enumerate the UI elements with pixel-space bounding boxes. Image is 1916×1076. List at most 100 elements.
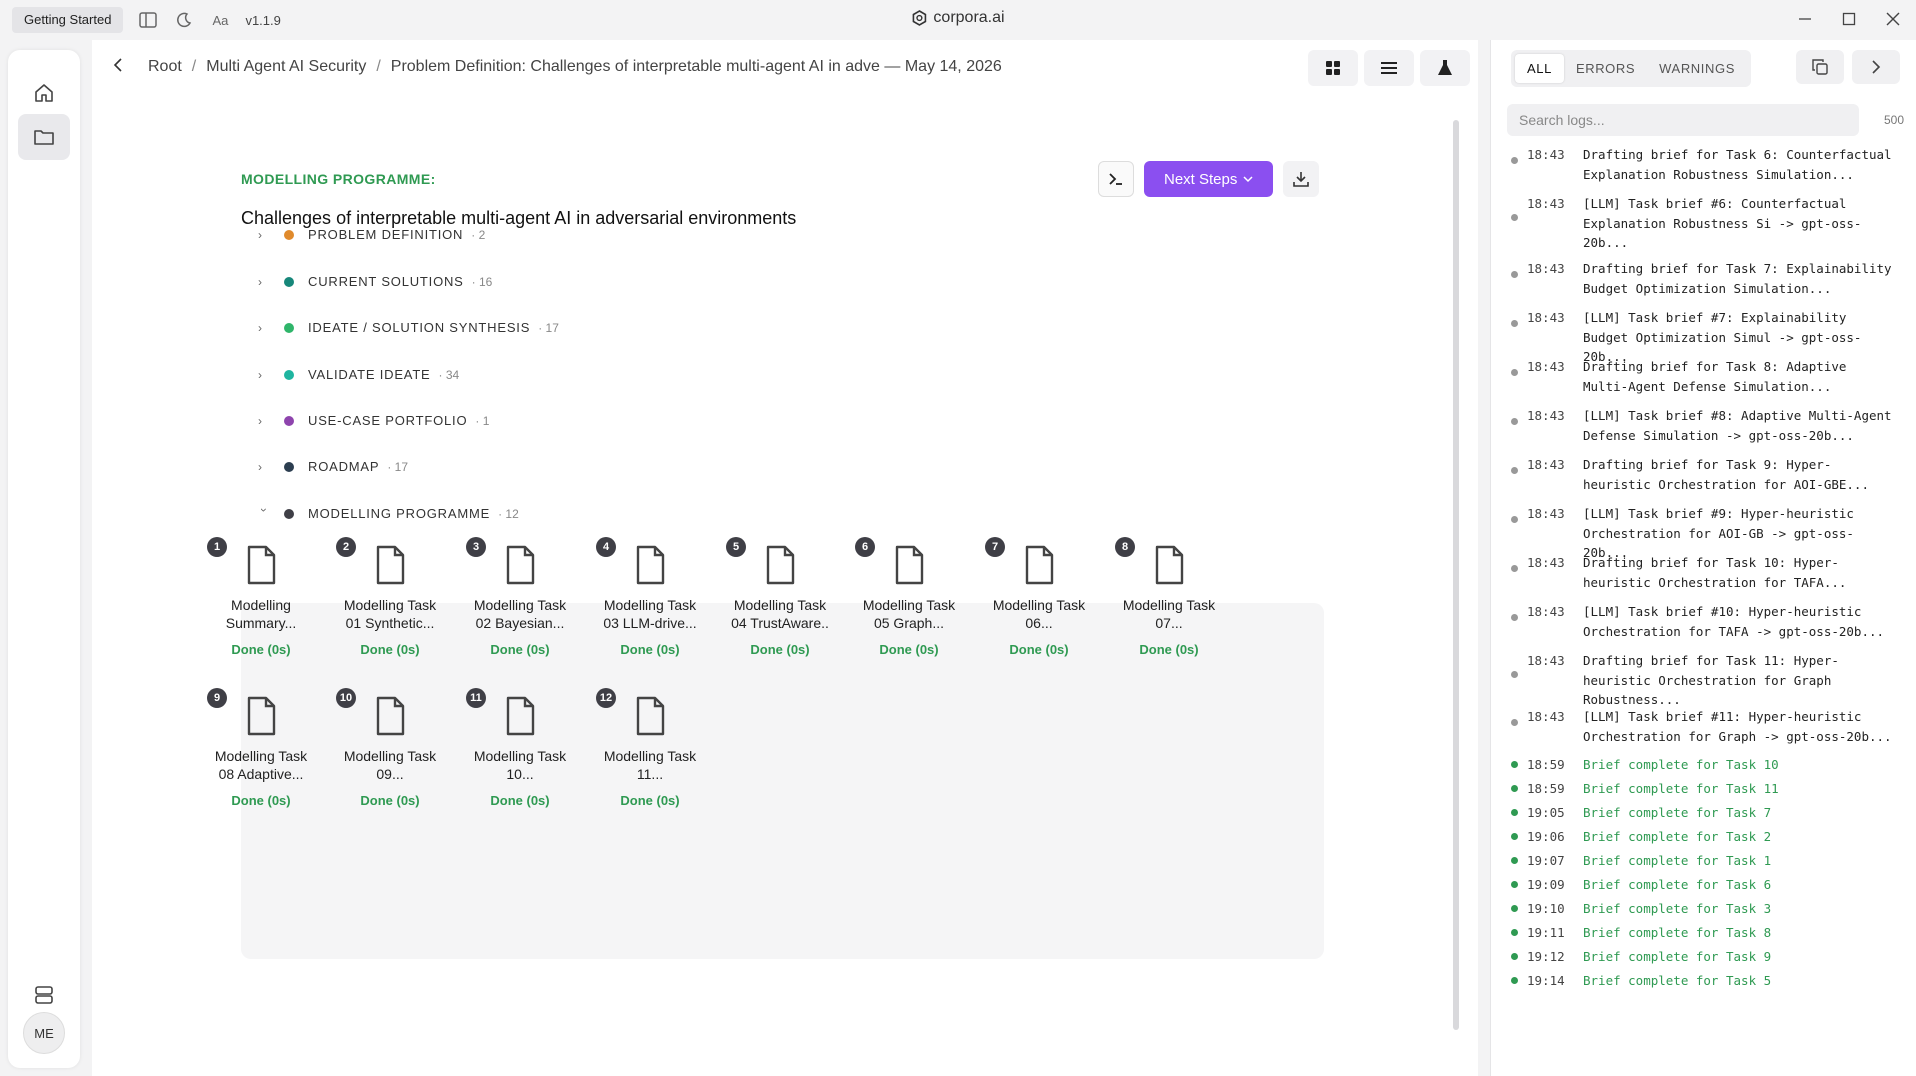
log-search-input[interactable]	[1507, 104, 1859, 136]
minimize-icon[interactable]	[1792, 6, 1818, 32]
maximize-icon[interactable]	[1836, 6, 1862, 32]
log-message: Brief complete for Task 9	[1583, 949, 1772, 964]
task-name-line2: 02 Bayesian...	[475, 615, 565, 631]
task-number-badge: 11	[466, 688, 486, 708]
log-status-dot	[1511, 157, 1518, 164]
grid-icon	[1326, 61, 1340, 75]
task-status: Done (0s)	[750, 642, 810, 657]
log-status-dot	[1511, 516, 1518, 523]
chevron-right-icon: ›	[258, 367, 263, 382]
document-icon	[506, 696, 535, 736]
category-ideate[interactable]: › IDEATE / SOLUTION SYNTHESIS · 17	[258, 320, 559, 335]
category-dot	[284, 276, 294, 287]
log-message: Drafting brief for Task 6: Counterfactua…	[1583, 147, 1892, 182]
category-label: USE-CASE PORTFOLIO	[308, 413, 468, 428]
log-time: 19:10	[1527, 901, 1565, 916]
category-validate-ideate[interactable]: › VALIDATE IDEATE · 34	[258, 367, 459, 382]
log-list[interactable]: 18:43 Drafting brief for Task 6: Counter…	[1491, 145, 1916, 1076]
category-current-solutions[interactable]: › CURRENT SOLUTIONS · 16	[258, 274, 492, 289]
sidebar-toggle-icon[interactable]	[137, 9, 159, 31]
download-icon	[1293, 172, 1310, 187]
home-button[interactable]	[18, 70, 70, 116]
task-card-4[interactable]: 4 Modelling Task 03 LLM-drive... Done (0s…	[590, 537, 710, 657]
category-use-case-portfolio[interactable]: › USE-CASE PORTFOLIO · 1	[258, 413, 489, 428]
category-problem-definition[interactable]: › PROBLEM DEFINITION · 2	[258, 227, 485, 242]
chevron-down-icon: ›	[257, 507, 271, 513]
log-time: 18:43	[1527, 359, 1565, 374]
font-size-icon[interactable]: Aa	[209, 9, 231, 31]
main-scrollbar-thumb[interactable]	[1453, 120, 1459, 1030]
log-status-dot	[1511, 320, 1518, 327]
task-card-11[interactable]: 11 Modelling Task 10... Done (0s)	[460, 688, 580, 808]
next-steps-button[interactable]: Next Steps	[1144, 161, 1274, 197]
task-status: Done (0s)	[231, 642, 291, 657]
log-status-dot	[1511, 785, 1518, 792]
document-icon	[247, 545, 276, 585]
breadcrumb-current: Problem Definition: Challenges of interp…	[390, 57, 1002, 75]
log-time: 18:43	[1527, 147, 1565, 162]
breadcrumb: Root / Multi Agent AI Security / Problem…	[112, 56, 1002, 77]
copy-logs-button[interactable]	[1796, 50, 1844, 84]
log-status-dot	[1511, 761, 1518, 768]
breadcrumb-separator: /	[191, 57, 197, 75]
category-count: · 34	[438, 367, 460, 382]
log-message: Brief complete for Task 10	[1583, 757, 1779, 772]
dark-mode-moon-icon[interactable]	[173, 9, 195, 31]
task-card-5[interactable]: 5 Modelling Task 04 TrustAware.. Done (0s…	[720, 537, 840, 657]
list-view-button[interactable]	[1364, 50, 1414, 86]
category-count: · 12	[498, 506, 519, 521]
task-name-line1: Modelling Task	[862, 597, 956, 613]
task-card-1[interactable]: 1 Modelling Summary... Done (0s)	[201, 537, 321, 657]
task-card-3[interactable]: 3 Modelling Task 02 Bayesian... Done (0s)	[460, 537, 580, 657]
category-dot	[284, 461, 294, 472]
task-name-line1: Modelling Task	[473, 597, 567, 613]
task-name-line2: 08 Adaptive...	[218, 766, 304, 782]
breadcrumb-root[interactable]: Root	[148, 58, 182, 76]
document-icon	[636, 696, 665, 736]
copy-icon	[1812, 59, 1828, 75]
category-count: · 17	[387, 459, 409, 474]
log-message: [LLM] Task brief #6: Counterfactual Expl…	[1583, 196, 1862, 250]
getting-started-button[interactable]: Getting Started	[12, 7, 124, 33]
category-label: PROBLEM DEFINITION	[308, 227, 464, 242]
chevron-right-icon: ›	[258, 227, 263, 242]
category-roadmap[interactable]: › ROADMAP · 17	[258, 459, 408, 474]
close-icon[interactable]	[1880, 6, 1906, 32]
category-modelling-programme[interactable]: › MODELLING PROGRAMME · 12	[257, 506, 519, 521]
download-button[interactable]	[1283, 161, 1320, 197]
task-number-badge: 1	[207, 537, 227, 557]
category-count: · 17	[538, 320, 559, 335]
task-card-6[interactable]: 6 Modelling Task 05 Graph... Done (0s)	[849, 537, 969, 657]
log-time: 18:43	[1527, 604, 1565, 619]
category-dot	[284, 322, 294, 333]
tab-errors[interactable]: ERRORS	[1564, 54, 1647, 83]
user-avatar[interactable]: ME	[23, 1012, 65, 1054]
main-scrollbar[interactable]	[1453, 120, 1459, 1030]
grid-view-button[interactable]	[1308, 50, 1358, 86]
log-status-dot	[1511, 614, 1518, 621]
breadcrumb-project[interactable]: Multi Agent AI Security	[206, 58, 366, 76]
tab-all[interactable]: ALL	[1515, 54, 1564, 83]
task-card-12[interactable]: 12 Modelling Task 11... Done (0s)	[590, 688, 710, 808]
terminal-button[interactable]	[1098, 161, 1134, 197]
chevron-down-icon	[1243, 176, 1253, 183]
back-chevron-icon[interactable]	[112, 56, 132, 77]
task-name-line2: 05 Graph...	[873, 615, 945, 631]
log-time: 19:09	[1527, 877, 1565, 892]
folder-button[interactable]	[18, 114, 70, 160]
log-status-dot	[1511, 418, 1518, 425]
task-card-9[interactable]: 9 Modelling Task 08 Adaptive... Done (0s)	[201, 688, 321, 808]
task-status: Done (0s)	[620, 793, 680, 808]
task-number-badge: 8	[1115, 537, 1135, 557]
task-card-10[interactable]: 10 Modelling Task 09... Done (0s)	[330, 688, 450, 808]
chevron-right-icon: ›	[258, 459, 263, 474]
log-message: Drafting brief for Task 10: Hyper-heuris…	[1583, 555, 1847, 590]
collapse-logs-button[interactable]	[1852, 50, 1900, 84]
task-status: Done (0s)	[231, 793, 291, 808]
task-card-2[interactable]: 2 Modelling Task 01 Synthetic... Done (0s…	[330, 537, 450, 657]
task-card-7[interactable]: 7 Modelling Task 06... Done (0s)	[979, 537, 1099, 657]
breadcrumb-separator: /	[376, 57, 381, 75]
tab-warnings[interactable]: WARNINGS	[1647, 54, 1747, 83]
flask-view-button[interactable]	[1420, 50, 1470, 86]
task-card-8[interactable]: 8 Modelling Task 07... Done (0s)	[1109, 537, 1229, 657]
